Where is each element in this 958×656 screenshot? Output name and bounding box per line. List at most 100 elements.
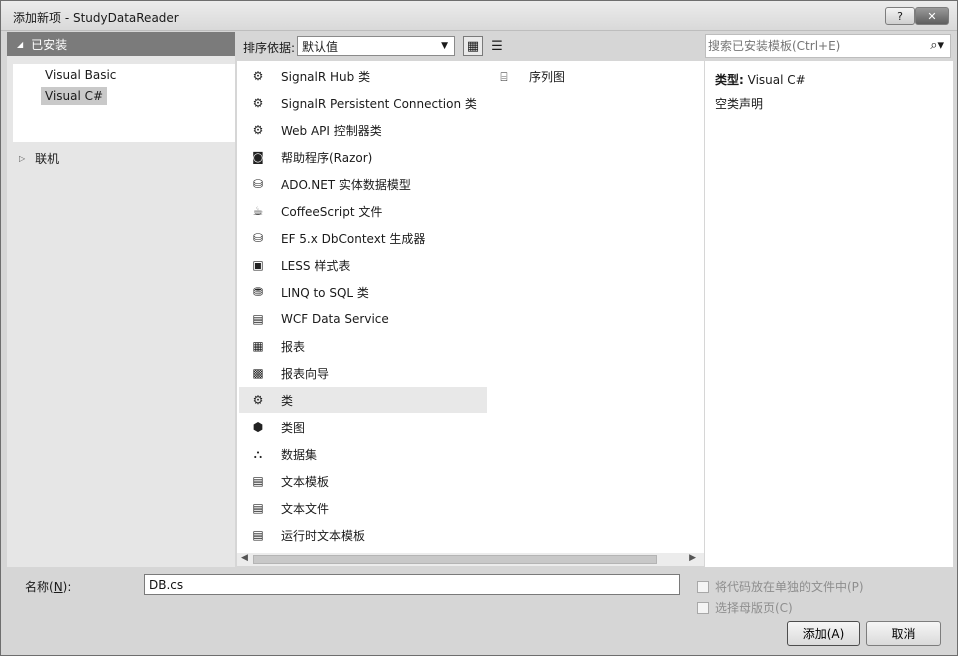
window-title: 添加新项 - StudyDataReader xyxy=(13,11,179,25)
report-wizard-icon: ▩ xyxy=(252,366,264,380)
template-label: 运行时文本模板 xyxy=(281,528,366,543)
list-item[interactable]: ▤ 文本文件 xyxy=(239,495,487,521)
horizontal-scrollbar[interactable]: ◀ ▶ xyxy=(237,553,704,566)
grid-view-icon[interactable]: ▦ xyxy=(463,36,483,56)
template-label: 文本文件 xyxy=(281,501,330,516)
scroll-right-icon[interactable]: ▶ xyxy=(689,553,696,563)
master-page-checkbox[interactable]: 选择母版页(C) xyxy=(697,599,793,616)
list-item[interactable]: ⚙ 类 xyxy=(239,387,487,413)
checkbox-box[interactable] xyxy=(697,580,709,593)
template-label: LESS 样式表 xyxy=(281,258,351,273)
list-item[interactable]: ▩ 报表向导 xyxy=(239,360,487,386)
type-label: 类型: xyxy=(715,73,744,87)
list-item[interactable]: ⌸ 序列图 xyxy=(495,68,565,85)
cancel-button[interactable]: 取消 xyxy=(866,621,941,646)
language-list: Visual Basic Visual C# xyxy=(13,64,235,142)
separate-file-checkbox[interactable]: 将代码放在单独的文件中(P) xyxy=(697,578,864,595)
chevron-down-icon: ▼ xyxy=(441,41,448,51)
language-item-visual-csharp[interactable]: Visual C# xyxy=(41,87,108,105)
template-label: 类 xyxy=(281,393,294,408)
template-label: SignalR Persistent Connection 类 xyxy=(281,96,477,111)
template-label: 数据集 xyxy=(281,447,318,462)
name-input[interactable] xyxy=(144,574,680,595)
name-label-prefix: 名称( xyxy=(25,580,54,594)
list-item[interactable]: ▤ 运行时文本模板 xyxy=(239,522,487,548)
template-label: 报表 xyxy=(281,339,306,354)
template-label: WCF Data Service xyxy=(281,312,389,326)
sort-toolbar: 排序依据: 默认值 ▼ ▦ ☰ xyxy=(237,32,704,60)
language-item-visual-basic[interactable]: Visual Basic xyxy=(41,66,120,84)
class-icon: ⚙ xyxy=(252,96,264,110)
template-label: 类图 xyxy=(281,420,306,435)
name-label-suffix: ): xyxy=(62,580,72,594)
list-item[interactable]: ▣ LESS 样式表 xyxy=(239,252,487,278)
template-label: SignalR Hub 类 xyxy=(281,69,371,84)
entity-model-icon: ⛁ xyxy=(252,231,264,245)
sort-value: 默认值 xyxy=(302,39,339,54)
template-label: CoffeeScript 文件 xyxy=(281,204,383,219)
linq-icon: ⛃ xyxy=(252,285,264,299)
expand-triangle-icon[interactable]: ▷ xyxy=(19,154,25,163)
online-label: 联机 xyxy=(35,152,60,166)
template-label: EF 5.x DbContext 生成器 xyxy=(281,231,426,246)
search-box: ⌕▾ xyxy=(705,34,951,58)
template-label: ADO.NET 实体数据模型 xyxy=(281,177,411,192)
list-view-icon[interactable]: ☰ xyxy=(487,36,507,56)
collapse-triangle-icon[interactable]: ◢ xyxy=(17,40,23,49)
list-item[interactable]: ▤ WCF Data Service xyxy=(239,306,487,332)
list-item[interactable]: ⚙ Web API 控制器类 xyxy=(239,117,487,143)
search-icon[interactable]: ⌕▾ xyxy=(930,38,944,53)
class-icon: ⚙ xyxy=(252,123,264,137)
search-input[interactable] xyxy=(708,37,908,55)
template-label: Web API 控制器类 xyxy=(281,123,382,138)
template-type: 类型: Visual C# xyxy=(715,71,806,88)
list-item[interactable]: ▤ 文本模板 xyxy=(239,468,487,494)
sequence-diagram-icon: ⌸ xyxy=(500,69,508,84)
scroll-thumb[interactable] xyxy=(253,555,657,564)
installed-node[interactable]: ◢ 已安装 xyxy=(7,32,235,56)
master-page-label: 选择母版页(C) xyxy=(715,601,793,615)
dataset-icon: ⛬ xyxy=(253,447,263,461)
text-template-icon: ▤ xyxy=(252,528,264,542)
scroll-left-icon[interactable]: ◀ xyxy=(241,553,248,563)
name-label: 名称(N): xyxy=(25,578,71,595)
text-file-icon: ▤ xyxy=(252,501,264,515)
list-item[interactable]: ⚙ SignalR Hub 类 xyxy=(239,63,487,89)
installed-label: 已安装 xyxy=(31,37,68,52)
name-label-accesskey: N xyxy=(53,580,63,594)
wcf-service-icon: ▤ xyxy=(252,312,264,326)
report-icon: ▦ xyxy=(252,339,264,353)
stylesheet-icon: ▣ xyxy=(252,258,264,272)
title-bar: 添加新项 - StudyDataReader ? ✕ xyxy=(1,1,957,31)
entity-model-icon: ⛁ xyxy=(252,177,264,191)
class-icon: ⚙ xyxy=(252,393,264,407)
coffee-icon: ☕ xyxy=(252,204,264,218)
class-icon: ⚙ xyxy=(252,69,264,83)
add-new-item-dialog: 添加新项 - StudyDataReader ? ✕ ◢ 已安装 Visual … xyxy=(0,0,958,656)
checkbox-box[interactable] xyxy=(697,601,709,614)
online-node[interactable]: ▷ 联机 xyxy=(19,150,59,167)
list-item[interactable]: ☕ CoffeeScript 文件 xyxy=(239,198,487,224)
type-value: Visual C# xyxy=(747,73,806,87)
help-button[interactable]: ? xyxy=(885,7,915,25)
list-item[interactable]: ⬢ 类图 xyxy=(239,414,487,440)
list-item[interactable]: ⛁ ADO.NET 实体数据模型 xyxy=(239,171,487,197)
close-button[interactable]: ✕ xyxy=(915,7,949,25)
list-item[interactable]: ⛃ LINQ to SQL 类 xyxy=(239,279,487,305)
list-item[interactable]: ⚙ SignalR Persistent Connection 类 xyxy=(239,90,487,116)
template-description: 空类声明 xyxy=(715,97,764,111)
template-label: 文本模板 xyxy=(281,474,330,489)
text-template-icon: ▤ xyxy=(252,474,264,488)
list-item[interactable]: ⛬ 数据集 xyxy=(239,441,487,467)
razor-helper-icon: ◙ xyxy=(252,150,264,164)
list-item[interactable]: ⛁ EF 5.x DbContext 生成器 xyxy=(239,225,487,251)
sort-dropdown[interactable]: 默认值 ▼ xyxy=(297,36,455,56)
add-button[interactable]: 添加(A) xyxy=(787,621,860,646)
separate-file-label: 将代码放在单独的文件中(P) xyxy=(715,580,864,594)
template-label: 帮助程序(Razor) xyxy=(281,150,373,165)
list-item[interactable]: ◙ 帮助程序(Razor) xyxy=(239,144,487,170)
list-item[interactable]: ▦ 报表 xyxy=(239,333,487,359)
template-label: 报表向导 xyxy=(281,366,330,381)
template-label: 序列图 xyxy=(529,70,566,84)
sort-label: 排序依据: xyxy=(243,41,296,55)
